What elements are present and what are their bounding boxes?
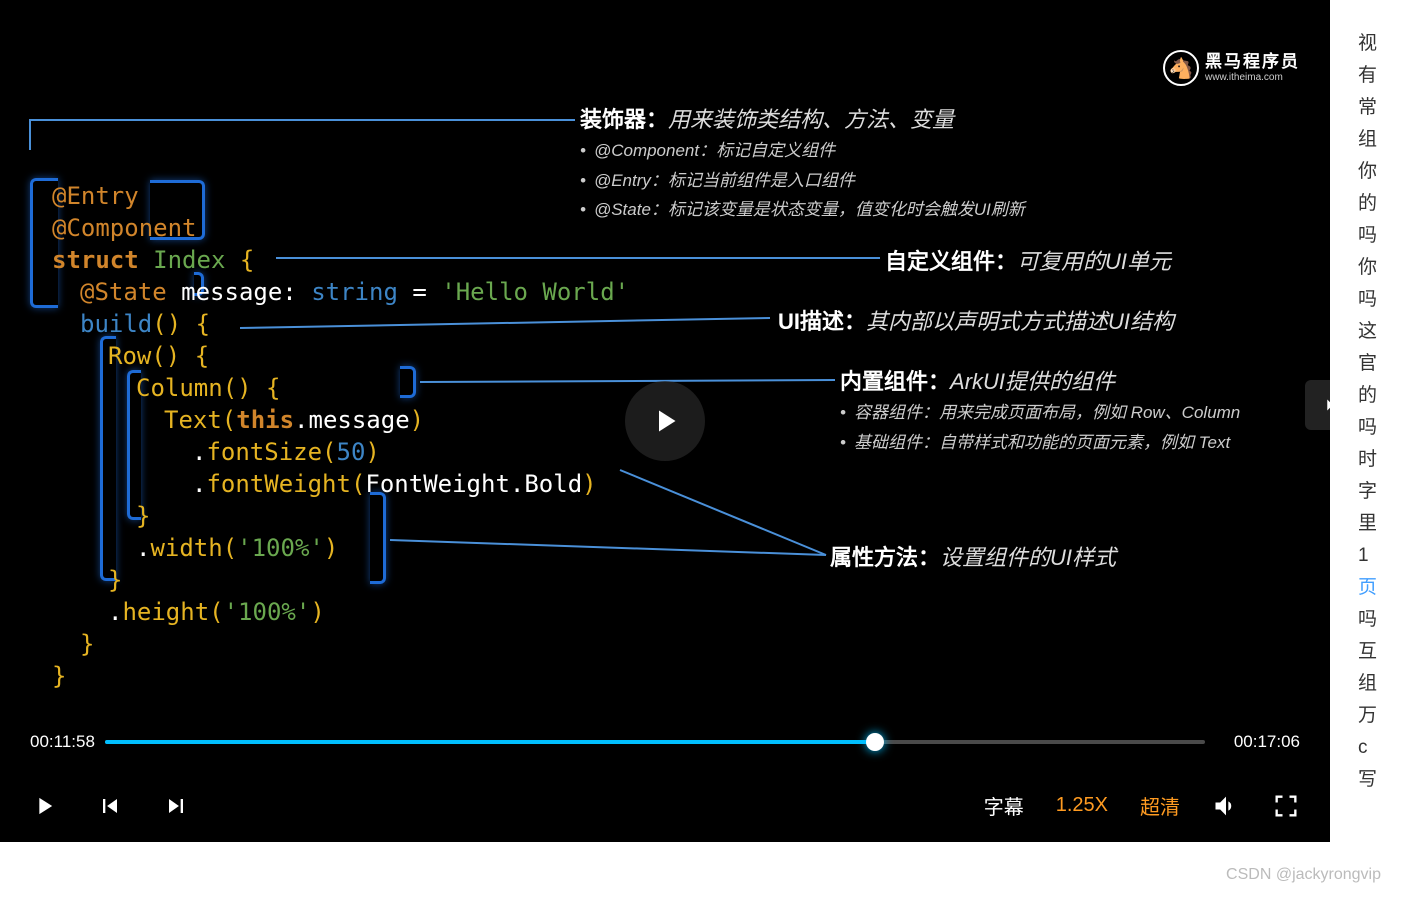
subtitle-button[interactable]: 字幕: [984, 791, 1024, 820]
ann-attr-method: 属性方法：设置组件的UI样式: [830, 540, 1116, 572]
sidebar-item[interactable]: 里: [1358, 508, 1413, 540]
ann-decorator: 装饰器：用来装饰类结构、方法、变量 •@Component：标记自定义组件 •@…: [580, 102, 1025, 223]
logo-title: 黑马程序员: [1205, 53, 1300, 72]
sidebar-item[interactable]: 万: [1358, 700, 1413, 732]
ann-builtin: 内置组件：ArkUI提供的组件 •容器组件：用来完成页面布局，例如 Row、Co…: [840, 364, 1240, 455]
sidebar-item[interactable]: 吗: [1358, 284, 1413, 316]
sidebar-item[interactable]: 有: [1358, 60, 1413, 92]
sidebar-item[interactable]: 你: [1358, 156, 1413, 188]
sidebar-item[interactable]: 的: [1358, 188, 1413, 220]
sidebar-item[interactable]: 时: [1358, 444, 1413, 476]
sidebar-item[interactable]: 组: [1358, 124, 1413, 156]
sidebar-item[interactable]: 组: [1358, 668, 1413, 700]
play-icon: [647, 403, 683, 439]
horse-icon: 🐴: [1163, 50, 1199, 86]
sidebar-item[interactable]: 吗: [1358, 412, 1413, 444]
speed-button[interactable]: 1.25X: [1056, 794, 1108, 817]
fullscreen-button[interactable]: [1272, 792, 1300, 820]
sidebar-item[interactable]: 字: [1358, 476, 1413, 508]
center-play-button[interactable]: [625, 381, 705, 461]
time-total: 00:17:06: [1234, 732, 1300, 752]
sidebar-item[interactable]: c: [1358, 732, 1413, 764]
time-current: 00:11:58: [30, 732, 95, 752]
sidebar-item[interactable]: 你: [1358, 252, 1413, 284]
code-block: @Entry @Component struct Index { @State …: [52, 180, 629, 692]
code-entry: @Entry: [52, 182, 139, 210]
sidebar-panel: 视有常组你的吗你吗这官的吗时字里1页吗互组万c写: [1330, 0, 1413, 842]
volume-button[interactable]: [1212, 792, 1240, 820]
watermark: CSDN @jackyrongvip: [1226, 866, 1381, 884]
progress-played: [105, 740, 875, 744]
next-button[interactable]: [162, 792, 190, 820]
sidebar-item[interactable]: 官: [1358, 348, 1413, 380]
quality-button[interactable]: 超清: [1140, 791, 1180, 820]
progress-bar[interactable]: [105, 740, 1205, 744]
ann-custom-comp: 自定义组件：可复用的UI单元: [885, 244, 1171, 276]
ann-ui-desc: UI描述：其内部以声明式方式描述UI结构: [778, 304, 1174, 336]
sidebar-item[interactable]: 的: [1358, 380, 1413, 412]
logo-sub: www.itheima.com: [1205, 72, 1300, 83]
sidebar-item[interactable]: 页: [1358, 572, 1413, 604]
prev-button[interactable]: [96, 792, 124, 820]
video-player: 🐴 黑马程序员 www.itheima.com @Entry @Componen…: [0, 0, 1330, 842]
player-controls: 00:11:58 00:17:06 字幕 1.25X 超清: [0, 722, 1330, 842]
play-button[interactable]: [30, 792, 58, 820]
sidebar-item[interactable]: 常: [1358, 92, 1413, 124]
code-component: @Component: [52, 214, 197, 242]
sidebar-item[interactable]: 吗: [1358, 604, 1413, 636]
brand-logo: 🐴 黑马程序员 www.itheima.com: [1163, 50, 1300, 86]
sidebar-item[interactable]: 互: [1358, 636, 1413, 668]
sidebar-item[interactable]: 1: [1358, 540, 1413, 572]
sidebar-item[interactable]: 视: [1358, 28, 1413, 60]
sidebar-item[interactable]: 这: [1358, 316, 1413, 348]
sidebar-item[interactable]: 吗: [1358, 220, 1413, 252]
progress-knob[interactable]: [866, 733, 884, 751]
sidebar-item[interactable]: 写: [1358, 764, 1413, 796]
